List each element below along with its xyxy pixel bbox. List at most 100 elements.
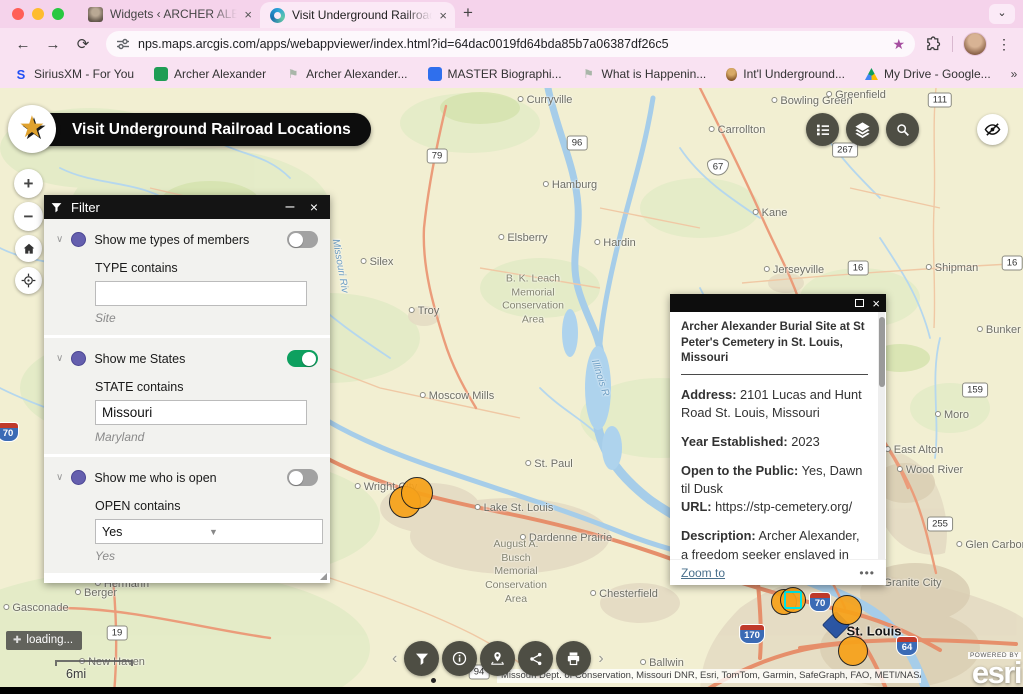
popup-footer: Zoom to ••• xyxy=(670,559,886,585)
site-marker[interactable] xyxy=(838,636,868,666)
close-popup-icon[interactable]: × xyxy=(872,297,880,310)
resize-handle[interactable] xyxy=(320,573,327,580)
zoom-in-button[interactable]: + xyxy=(14,169,43,198)
window-zoom-button[interactable] xyxy=(52,8,64,20)
window-minimize-button[interactable] xyxy=(32,8,44,20)
field-hint: Site xyxy=(95,311,318,325)
bookmarks-overflow-button[interactable]: » xyxy=(1011,67,1018,81)
tab-close-icon[interactable]: × xyxy=(439,8,447,23)
chevron-down-icon[interactable]: ∨ xyxy=(56,353,63,364)
filter-section-label: Show me types of members xyxy=(94,233,279,247)
tab-widgets-archer[interactable]: Widgets ‹ ARCHER ALEXAND × xyxy=(78,1,260,27)
state-contains-input[interactable] xyxy=(95,400,307,425)
url-text[interactable]: nps.maps.arcgis.com/apps/webappviewer/in… xyxy=(138,37,884,51)
tab-close-icon[interactable]: × xyxy=(244,7,252,22)
tab-visit-underground-railroad[interactable]: Visit Underground Railroad Lo × xyxy=(260,2,455,28)
maximize-popup-icon[interactable] xyxy=(855,299,864,307)
zoom-to-link[interactable]: Zoom to xyxy=(681,566,725,580)
flag-icon: ⚑ xyxy=(582,67,596,81)
map-label: Jerseyville xyxy=(764,264,824,276)
open-contains-select[interactable]: Yes▼ xyxy=(95,519,323,544)
route-shield: 70 xyxy=(0,422,19,442)
network-to-freedom-logo: ★ xyxy=(8,105,56,153)
profile-avatar[interactable] xyxy=(963,32,987,56)
map-canvas[interactable]: CurryvilleBowling GreenHamburgElsberryB.… xyxy=(0,88,1023,694)
route-shield: 70 xyxy=(809,592,831,612)
state-filter-toggle[interactable] xyxy=(287,350,318,367)
map-label: Troy xyxy=(409,305,440,317)
site-settings-icon[interactable] xyxy=(116,37,130,51)
share-widget-button[interactable] xyxy=(518,641,553,676)
toolbar-next-icon[interactable]: › xyxy=(594,650,607,668)
tab-search-chevron-button[interactable]: ⌄ xyxy=(989,4,1015,24)
bookmark-siriusxm[interactable]: SSiriusXM - For You xyxy=(14,67,134,81)
browser-menu-icon[interactable]: ⋮ xyxy=(997,36,1011,53)
window-close-button[interactable] xyxy=(12,8,24,20)
open-filter-toggle[interactable] xyxy=(287,469,318,486)
route-shield: 267 xyxy=(832,143,858,158)
map-label: Hardin xyxy=(594,237,635,249)
site-marker[interactable] xyxy=(832,595,862,625)
popup-field-open: Open to the Public: Yes, Dawn til Dusk U… xyxy=(681,462,868,516)
filter-section-label: Show me who is open xyxy=(94,471,279,485)
app-title: Visit Underground Railroad Locations xyxy=(22,113,371,146)
locate-me-button[interactable] xyxy=(15,267,42,294)
type-filter-toggle[interactable] xyxy=(287,231,318,248)
zoom-out-button[interactable]: − xyxy=(14,202,43,231)
bottom-black-strip xyxy=(0,687,1023,694)
print-widget-button[interactable] xyxy=(556,641,591,676)
extensions-icon[interactable] xyxy=(925,36,942,53)
popup-field-description: Description: Archer Alexander, a freedom… xyxy=(681,527,868,559)
reload-button[interactable]: ⟳ xyxy=(70,35,96,53)
tab-strip: Widgets ‹ ARCHER ALEXAND × Visit Undergr… xyxy=(0,0,1023,28)
info-widget-button[interactable] xyxy=(442,641,477,676)
toolbar-prev-icon[interactable]: ‹ xyxy=(388,650,401,668)
tab-favicon-photo xyxy=(88,7,103,22)
bookmark-archer-alexander[interactable]: Archer Alexander xyxy=(154,67,266,81)
bookmark-archer-alexander-2[interactable]: ⚑Archer Alexander... xyxy=(286,67,407,81)
route-shield: 255 xyxy=(927,517,953,532)
type-contains-input[interactable] xyxy=(95,281,307,306)
scale-label: 6mi xyxy=(66,667,86,681)
eye-slash-icon xyxy=(984,121,1001,138)
chevron-down-icon[interactable]: ∨ xyxy=(56,472,63,483)
near-me-widget-button[interactable] xyxy=(480,641,515,676)
forward-button[interactable]: → xyxy=(40,36,66,53)
hide-widgets-button[interactable] xyxy=(977,114,1008,145)
layers-icon xyxy=(854,121,871,138)
map-label: East Alton xyxy=(885,444,944,456)
selected-feature-highlight xyxy=(784,591,802,609)
address-bar[interactable]: nps.maps.arcgis.com/apps/webappviewer/in… xyxy=(106,31,915,57)
map-label: Moro xyxy=(935,409,969,421)
home-icon xyxy=(22,242,36,256)
new-tab-button[interactable]: + xyxy=(455,3,483,28)
site-marker[interactable] xyxy=(401,477,433,509)
bookmark-what-is-happening[interactable]: ⚑What is Happenin... xyxy=(582,67,707,81)
legend-button[interactable] xyxy=(806,113,839,146)
home-button[interactable] xyxy=(15,235,42,262)
route-shield: 170 xyxy=(739,624,765,644)
popup-scrollbar[interactable] xyxy=(878,312,885,559)
chevron-down-icon[interactable]: ∨ xyxy=(56,234,63,245)
field-hint: Maryland xyxy=(95,430,318,444)
filter-widget-button[interactable] xyxy=(404,641,439,676)
bookmark-star-icon[interactable]: ★ xyxy=(892,36,905,53)
more-options-icon[interactable]: ••• xyxy=(859,566,875,580)
popup-header[interactable]: × xyxy=(670,294,886,312)
scale-bar xyxy=(55,660,133,666)
minimize-panel-button[interactable]: – xyxy=(282,202,298,212)
bookmark-master-biographies[interactable]: MASTER Biographi... xyxy=(428,67,562,81)
info-icon xyxy=(451,650,468,667)
back-button[interactable]: ← xyxy=(10,36,36,53)
bookmark-my-drive[interactable]: My Drive - Google... xyxy=(865,67,991,81)
layers-button[interactable] xyxy=(846,113,879,146)
close-panel-button[interactable]: × xyxy=(306,199,322,215)
route-shield: 159 xyxy=(962,383,988,398)
search-button[interactable] xyxy=(886,113,919,146)
scrollbar-thumb[interactable] xyxy=(879,317,885,387)
archer-site-icon xyxy=(154,67,168,81)
bookmark-intl-underground[interactable]: Int'l Underground... xyxy=(726,67,845,81)
route-shield: 96 xyxy=(567,136,588,151)
filter-panel-header[interactable]: Filter – × xyxy=(44,195,330,219)
crosshair-icon xyxy=(21,273,36,288)
